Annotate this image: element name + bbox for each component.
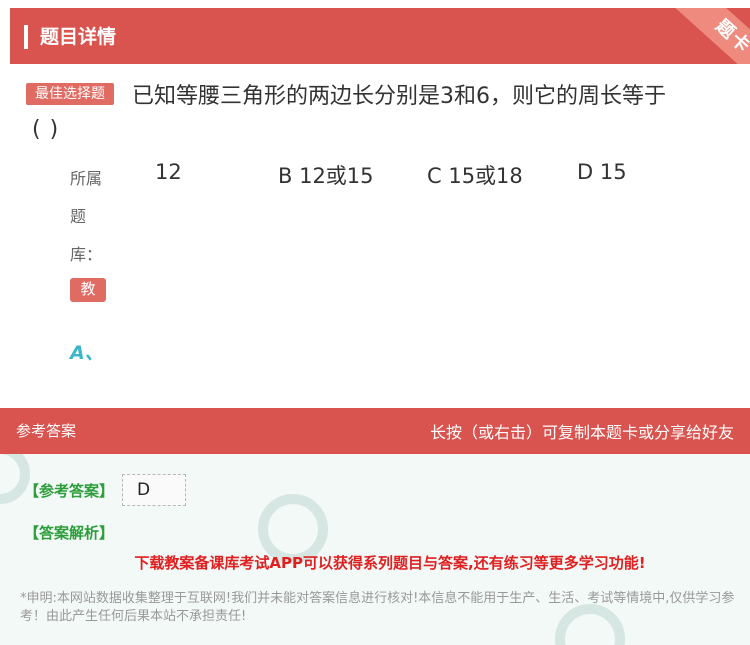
bank-label-line: 题 — [70, 207, 87, 226]
bank-info: 所属 题 库： 教 — [70, 160, 106, 316]
corner-ribbon-label: 题卡 — [673, 8, 750, 64]
option-d[interactable]: D 15 — [577, 160, 627, 184]
option-a[interactable]: 12 — [155, 160, 182, 184]
answer-bar: 参考答案 长按（或右击）可复制本题卡或分享给好友 — [0, 408, 750, 454]
answer-section: 【参考答案】 D 【答案解析】 下载教案备课库考试APP可以获得系列题目与答案,… — [0, 454, 750, 645]
page-title: 题目详情 — [40, 26, 117, 48]
app-promo-link[interactable]: 下载教案备课库考试APP可以获得系列题目与答案,还有练习等更多学习功能! — [0, 552, 750, 573]
question-blank: ( ) — [32, 117, 60, 142]
selected-answer-label: A、 — [70, 342, 104, 364]
answer-bar-title: 参考答案 — [16, 422, 77, 440]
reference-answer-label: 【参考答案】 — [24, 482, 115, 500]
disclaimer-text: *申明:本网站数据收集整理于互联网!我们并未能对答案信息进行核对!本信息不能用于… — [20, 591, 735, 624]
explanation-label: 【答案解析】 — [24, 524, 115, 542]
share-hint[interactable]: 长按（或右击）可复制本题卡或分享给好友 — [430, 419, 734, 443]
page-header: 题目详情 题卡 — [10, 8, 750, 64]
bank-tag[interactable]: 教 — [70, 278, 106, 302]
question-type-badge: 最佳选择题 — [26, 83, 114, 105]
bank-label-line: 库： — [70, 245, 103, 264]
question-text: 已知等腰三角形的两边长分别是3和6，则它的周长等于 — [132, 84, 666, 109]
corner-ribbon: 题卡 — [650, 8, 750, 64]
header-accent-bar — [24, 25, 28, 49]
bank-label-line: 所属 — [70, 169, 103, 188]
option-c[interactable]: C 15或18 — [427, 160, 523, 190]
answer-image: D — [122, 474, 186, 506]
option-b[interactable]: B 12或15 — [278, 160, 374, 190]
